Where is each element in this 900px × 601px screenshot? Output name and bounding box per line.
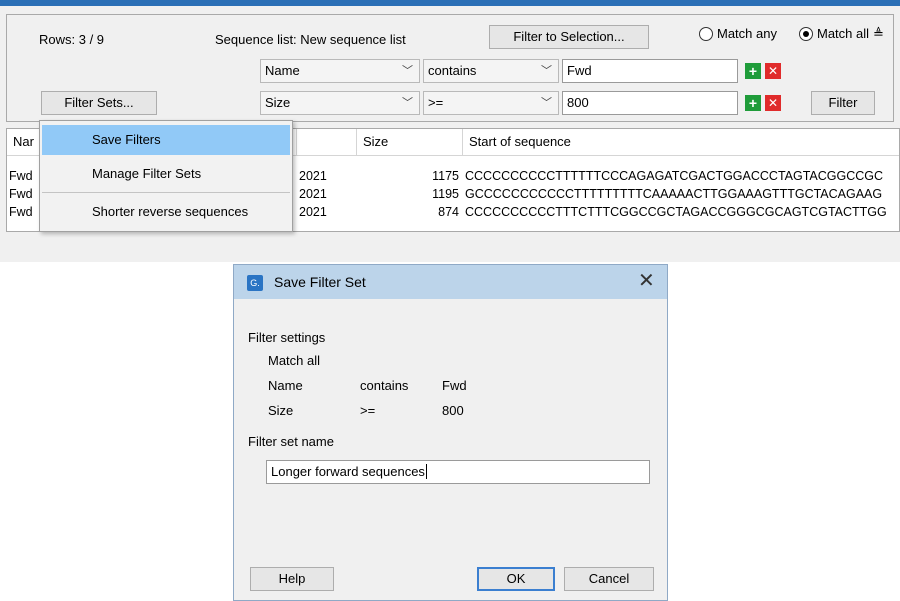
filter-field-value-2: Size xyxy=(265,95,291,110)
menu-item-shorter-reverse-sequences[interactable]: Shorter reverse sequences xyxy=(42,197,290,227)
column-header-size[interactable]: Size xyxy=(357,129,463,155)
filter-set-name-input[interactable]: Longer forward sequences xyxy=(266,460,650,484)
cancel-button[interactable]: Cancel xyxy=(564,567,654,591)
filter-value-input-1[interactable]: Fwd xyxy=(562,59,738,83)
filter-field-select-2[interactable]: Size ﹀ xyxy=(260,91,420,115)
cell-date: 2021 xyxy=(299,205,327,219)
filter-to-selection-button[interactable]: Filter to Selection... xyxy=(489,25,649,49)
text-cursor xyxy=(425,464,427,479)
chevron-down-icon: ﹀ xyxy=(402,97,413,109)
cell-sequence: CCCCCCCCCCTTTTTTCCCAGAGATCGACTGGACCCTAGT… xyxy=(465,169,884,183)
menu-item-manage-filter-sets[interactable]: Manage Filter Sets xyxy=(42,159,290,189)
filter-settings-label: Filter settings xyxy=(248,330,326,345)
remove-filter-icon[interactable]: ✕ xyxy=(765,63,781,79)
filter-field-select-1[interactable]: Name ﹀ xyxy=(260,59,420,83)
ok-button[interactable]: OK xyxy=(477,567,555,591)
rule-value: Fwd xyxy=(442,378,467,393)
dialog-title: Save Filter Set xyxy=(274,274,366,290)
filter-set-name-value: Longer forward sequences xyxy=(271,464,425,479)
cell-size: 1195 xyxy=(432,187,459,201)
dialog-titlebar: G. Save Filter Set ✕ xyxy=(234,265,667,299)
cell-date: 2021 xyxy=(299,187,327,201)
column-header-date[interactable] xyxy=(297,129,357,155)
cell-size: 1175 xyxy=(432,169,459,183)
cell-sequence: GCCCCCCCCCCCTTTTTTTTTCAAAAACTTGGAAAGTTTG… xyxy=(465,187,883,201)
rule-operator: contains xyxy=(360,378,409,393)
app-icon: G. xyxy=(247,275,263,291)
save-filter-set-dialog: G. Save Filter Set ✕ Filter settings Mat… xyxy=(233,264,668,601)
help-button[interactable]: Help xyxy=(250,567,334,591)
filter-operator-value-2: >= xyxy=(428,95,444,110)
match-any-radio[interactable] xyxy=(699,27,713,41)
filter-set-name-label: Filter set name xyxy=(248,434,334,449)
chevron-down-icon: ﹀ xyxy=(402,65,413,77)
match-any-label: Match any xyxy=(717,26,777,41)
cell-name: Fwd xyxy=(9,187,33,201)
close-icon[interactable]: ✕ xyxy=(638,269,655,293)
rule-field: Name xyxy=(268,378,303,393)
cell-name: Fwd xyxy=(9,205,33,219)
cell-size: 874 xyxy=(438,205,459,219)
match-mode-text: Match all xyxy=(268,353,321,368)
chevron-down-icon: ﹀ xyxy=(541,97,552,109)
rule-value: 800 xyxy=(442,403,464,418)
filter-toolbar: Rows: 3 / 9 Sequence list: New sequence … xyxy=(6,14,894,122)
column-header-start-of-sequence[interactable]: Start of sequence xyxy=(463,129,899,155)
rule-operator: >= xyxy=(360,403,376,418)
filter-operator-select-1[interactable]: contains ﹀ xyxy=(423,59,559,83)
filter-value-input-2[interactable]: 800 xyxy=(562,91,738,115)
filter-sets-button[interactable]: Filter Sets... xyxy=(41,91,157,115)
menu-item-save-filters[interactable]: Save Filters xyxy=(42,125,290,155)
add-filter-icon[interactable]: + xyxy=(745,63,761,79)
add-filter-icon[interactable]: + xyxy=(745,95,761,111)
rule-field: Size xyxy=(268,403,294,418)
chevron-down-icon: ﹀ xyxy=(541,65,552,77)
cell-sequence: CCCCCCCCCCTTTCTTTCGGCCGCTAGACCGGGCGCAGTC… xyxy=(465,205,887,219)
filter-operator-value-1: contains xyxy=(428,63,477,78)
filter-sets-menu: Save Filters Manage Filter Sets Shorter … xyxy=(39,120,293,232)
rows-count: Rows: 3 / 9 xyxy=(39,32,105,47)
match-all-label: Match all xyxy=(817,26,870,41)
remove-filter-icon[interactable]: ✕ xyxy=(765,95,781,111)
filter-field-value-1: Name xyxy=(265,63,300,78)
cell-date: 2021 xyxy=(299,169,327,183)
filter-button[interactable]: Filter xyxy=(811,91,875,115)
cell-name: Fwd xyxy=(9,169,33,183)
menu-separator xyxy=(42,192,290,193)
collapse-icon[interactable]: ≜ xyxy=(873,26,884,42)
filter-operator-select-2[interactable]: >= ﹀ xyxy=(423,91,559,115)
sequence-list-label: Sequence list: New sequence list xyxy=(215,32,406,47)
match-all-radio[interactable] xyxy=(799,27,813,41)
